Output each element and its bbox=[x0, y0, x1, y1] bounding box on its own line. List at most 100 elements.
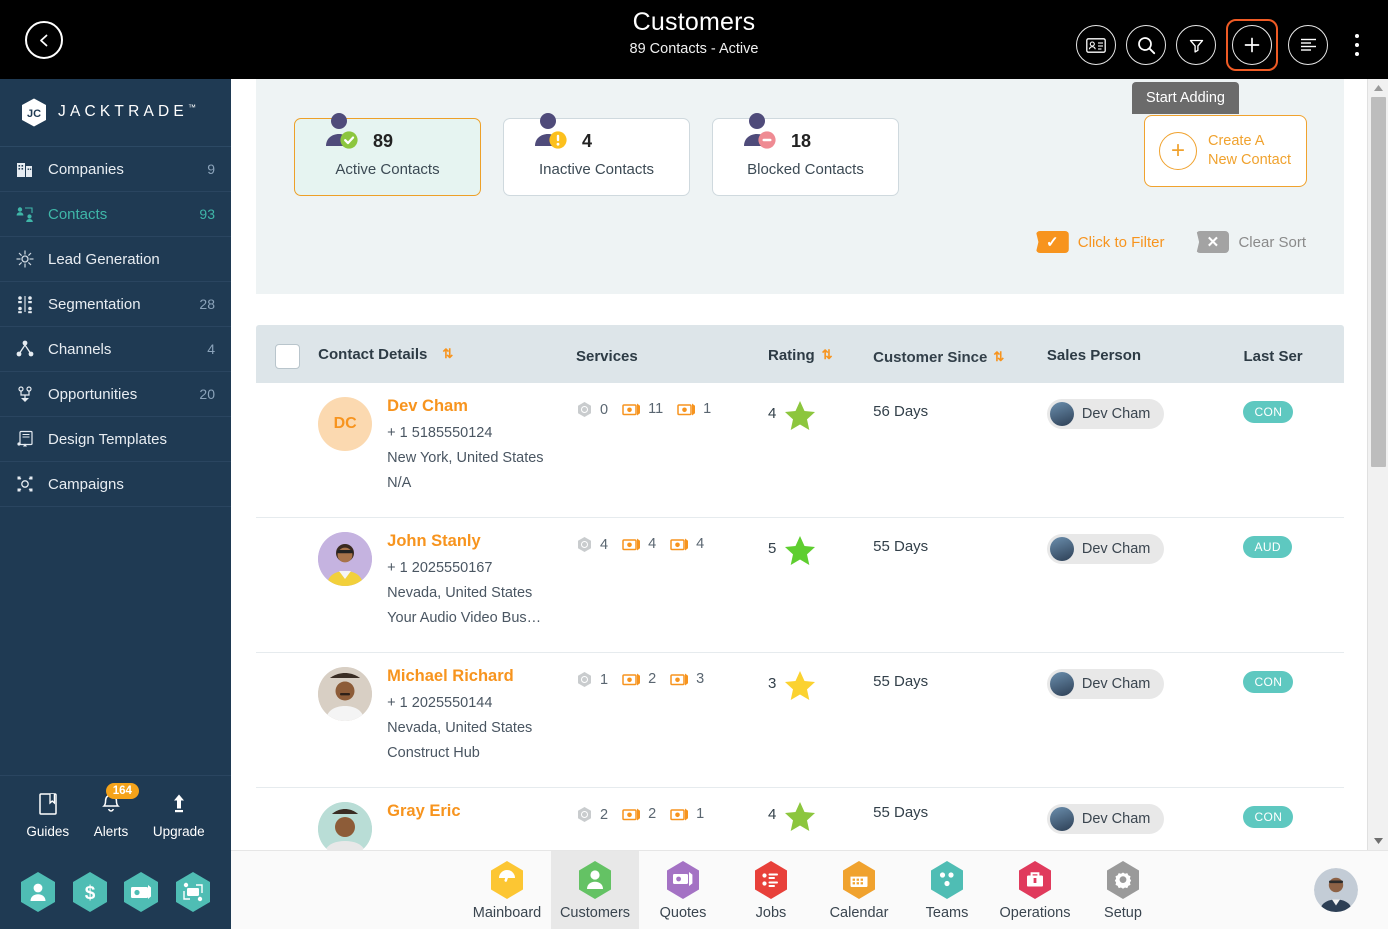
book-icon bbox=[38, 793, 57, 815]
column-header-last-service[interactable]: Last Ser bbox=[1243, 344, 1344, 365]
hex-badge-icon bbox=[578, 672, 591, 687]
bottom-nav-customers[interactable]: Customers bbox=[551, 850, 639, 929]
status-badge: CON bbox=[1243, 806, 1294, 828]
rating-value: 3 bbox=[768, 675, 777, 692]
select-all-checkbox[interactable] bbox=[274, 343, 300, 369]
contact-name[interactable]: Michael Richard bbox=[387, 667, 532, 686]
sidebar-item-label: Lead Generation bbox=[48, 250, 160, 268]
scrollbar-thumb[interactable] bbox=[1371, 97, 1386, 467]
scroll-up-arrow-icon[interactable] bbox=[1368, 79, 1388, 97]
back-button[interactable] bbox=[25, 21, 63, 59]
dollar-hex-icon[interactable]: $ bbox=[71, 871, 109, 913]
service-jobs: 2 bbox=[576, 806, 608, 824]
sidebar-nav: Companies 9 Contacts 93 Lead Generation … bbox=[0, 147, 231, 507]
alerts-label: Alerts bbox=[93, 824, 129, 839]
avatar bbox=[318, 532, 373, 586]
contact-name[interactable]: Dev Cham bbox=[387, 397, 543, 416]
stat-card-active-contacts[interactable]: 89 Active Contacts bbox=[294, 113, 481, 196]
stat-card-blocked-contacts[interactable]: 18 Blocked Contacts bbox=[712, 113, 899, 196]
building-icon bbox=[14, 158, 36, 180]
click-to-filter-label: Click to Filter bbox=[1077, 233, 1165, 251]
money-icon bbox=[677, 403, 696, 415]
sales-person-chip[interactable]: Dev Cham bbox=[1046, 669, 1165, 699]
sidebar-item-design-templates[interactable]: Design Templates bbox=[0, 417, 231, 462]
customer-since-cell: 56 Days bbox=[873, 403, 929, 420]
inactive-contact-person-icon bbox=[530, 110, 570, 154]
service-invoices: 1 bbox=[670, 806, 704, 822]
table-row[interactable]: John Stanly + 1 2025550167 Nevada, Unite… bbox=[256, 518, 1344, 653]
upgrade-button[interactable]: Upgrade bbox=[153, 792, 205, 839]
click-to-filter-button[interactable]: ✓ Click to Filter bbox=[1035, 231, 1165, 253]
service-jobs: 1 bbox=[576, 671, 608, 689]
sidebar-item-opportunities[interactable]: Opportunities 20 bbox=[0, 372, 231, 417]
stat-cards: 89 Active Contacts 4 Inactive Contacts 1… bbox=[294, 113, 899, 196]
bottom-nav-setup[interactable]: Setup bbox=[1079, 851, 1167, 929]
sidebar-item-segmentation[interactable]: Segmentation 28 bbox=[0, 282, 231, 327]
column-label: Rating bbox=[768, 346, 815, 364]
rating-value: 4 bbox=[768, 405, 777, 422]
money-icon bbox=[622, 673, 641, 685]
sidebar-item-channels[interactable]: Channels 4 bbox=[0, 327, 231, 372]
column-header-contact-details[interactable]: Contact Details ⇅ bbox=[318, 346, 576, 363]
sidebar-shortcut-bar: $ bbox=[0, 855, 231, 929]
sales-person-chip[interactable]: Dev Cham bbox=[1046, 804, 1165, 834]
filter-icon[interactable] bbox=[1176, 25, 1216, 65]
bottom-nav-quotes[interactable]: Quotes bbox=[639, 851, 727, 929]
search-icon[interactable] bbox=[1126, 25, 1166, 65]
sales-person-chip[interactable]: Dev Cham bbox=[1046, 399, 1165, 429]
user-avatar[interactable] bbox=[1314, 868, 1358, 912]
table-row[interactable]: Michael Richard + 1 2025550144 Nevada, U… bbox=[256, 653, 1344, 788]
contact-name[interactable]: John Stanly bbox=[387, 532, 541, 551]
bottom-nav-operations[interactable]: Operations bbox=[991, 851, 1079, 929]
sidebar-item-companies[interactable]: Companies 9 bbox=[0, 147, 231, 192]
column-label: Customer Since bbox=[873, 348, 988, 366]
table-row[interactable]: DC Dev Cham + 1 5185550124 New York, Uni… bbox=[256, 383, 1344, 518]
bottom-nav-jobs[interactable]: Jobs bbox=[727, 851, 815, 929]
sidebar-item-label: Segmentation bbox=[48, 295, 141, 313]
create-new-contact-button[interactable]: + Create A New Contact bbox=[1144, 115, 1307, 187]
sales-person-chip[interactable]: Dev Cham bbox=[1046, 534, 1165, 564]
column-header-rating[interactable]: Rating ⇅ bbox=[768, 345, 873, 364]
star-icon bbox=[785, 401, 816, 430]
avatar-initials: DC bbox=[333, 415, 357, 432]
service-invoices: 3 bbox=[670, 671, 704, 687]
hex-badge-icon bbox=[578, 402, 591, 417]
service-jobs: 0 bbox=[576, 401, 608, 419]
column-header-services[interactable]: Services bbox=[576, 344, 768, 365]
app-root: Customers 89 Contacts - Active JC JACKTR… bbox=[0, 0, 1388, 929]
list-view-icon[interactable] bbox=[1288, 25, 1328, 65]
stat-card-count: 18 bbox=[791, 130, 812, 151]
clear-sort-button[interactable]: ✕ Clear Sort bbox=[1196, 231, 1306, 253]
stat-card-inactive-contacts[interactable]: 4 Inactive Contacts bbox=[503, 113, 690, 196]
column-label: Services bbox=[576, 347, 638, 365]
bottom-nav-label: Quotes bbox=[659, 905, 707, 921]
guides-button[interactable]: Guides bbox=[26, 792, 69, 839]
vertical-scrollbar[interactable] bbox=[1367, 79, 1388, 850]
contact-text-block: John Stanly + 1 2025550167 Nevada, Unite… bbox=[387, 532, 541, 636]
contact-phone: + 1 2025550167 bbox=[387, 560, 493, 576]
table-row[interactable]: Gray Eric 2 2 1 4 55 Days Dev Cham CON bbox=[256, 788, 1344, 850]
contact-card-icon[interactable] bbox=[1076, 25, 1116, 65]
contact-name[interactable]: Gray Eric bbox=[387, 802, 460, 821]
person-hex-icon[interactable] bbox=[19, 871, 57, 913]
sidebar-item-campaigns[interactable]: Campaigns bbox=[0, 462, 231, 507]
bottom-nav-calendar[interactable]: Calendar bbox=[815, 851, 903, 929]
bottom-nav-mainboard[interactable]: Mainboard bbox=[463, 851, 551, 929]
more-options-icon[interactable] bbox=[1344, 25, 1370, 65]
contact-details-cell: DC Dev Cham + 1 5185550124 New York, Uni… bbox=[318, 397, 576, 501]
brand-logo[interactable]: JC JACKTRADE™ bbox=[0, 79, 231, 147]
money-hex-icon[interactable] bbox=[122, 871, 160, 913]
bottom-nav-teams[interactable]: Teams bbox=[903, 851, 991, 929]
sidebar-item-count: 93 bbox=[199, 206, 215, 222]
add-icon[interactable] bbox=[1232, 25, 1272, 65]
sidebar-item-contacts[interactable]: Contacts 93 bbox=[0, 192, 231, 237]
workflow-hex-icon[interactable] bbox=[174, 871, 212, 913]
star-icon bbox=[785, 802, 816, 831]
row-select-cell bbox=[256, 532, 318, 636]
header-actions bbox=[1076, 19, 1370, 71]
column-header-sales-person[interactable]: Sales Person bbox=[1047, 345, 1244, 364]
sidebar-item-lead-generation[interactable]: Lead Generation bbox=[0, 237, 231, 282]
column-header-customer-since[interactable]: Customer Since ⇅ bbox=[873, 343, 1047, 366]
scroll-down-arrow-icon[interactable] bbox=[1368, 832, 1388, 850]
alerts-button[interactable]: 164 Alerts bbox=[93, 783, 139, 839]
